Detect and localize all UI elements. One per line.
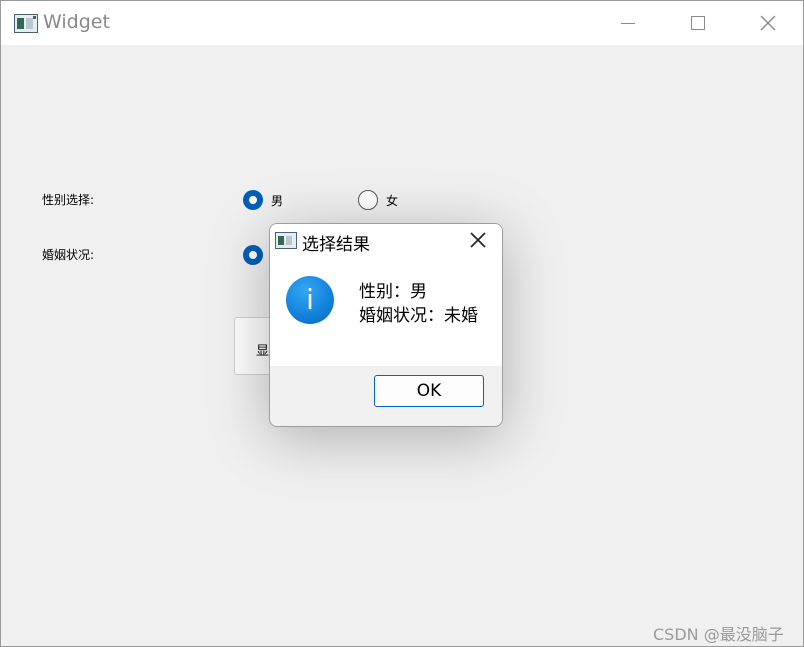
dialog-message-gender: 性别：男 <box>359 282 427 302</box>
dialog-body: 选择结果 i 性别：男 婚姻状况：未婚 <box>270 224 502 366</box>
gender-female-label[interactable]: 女 <box>386 192 398 209</box>
maximize-icon <box>691 16 705 30</box>
gender-label: 性别选择: <box>42 193 95 207</box>
dialog-message-marital: 婚姻状况：未婚 <box>359 306 478 326</box>
dialog-title: 选择结果 <box>302 235 370 255</box>
ok-button[interactable]: OK <box>374 375 484 407</box>
ok-button-label: OK <box>416 381 442 401</box>
result-dialog: 选择结果 i 性别：男 婚姻状况：未婚 OK <box>269 223 503 427</box>
marital-label: 婚姻状况: <box>42 248 95 262</box>
watermark: CSDN @最没脑子 <box>653 625 784 644</box>
maximize-button[interactable] <box>663 1 733 45</box>
show-result-button-label: 显 <box>256 344 270 359</box>
minimize-button[interactable] <box>593 1 663 45</box>
dialog-close-button[interactable] <box>462 226 496 256</box>
info-icon: i <box>286 276 334 324</box>
window-title: Widget <box>43 11 110 33</box>
title-bar[interactable]: Widget <box>1 1 803 45</box>
minimize-icon <box>621 23 635 24</box>
close-icon <box>760 15 776 31</box>
gender-male-label[interactable]: 男 <box>271 192 283 209</box>
close-icon <box>470 232 486 248</box>
marital-single-radio[interactable] <box>243 245 263 265</box>
gender-female-radio[interactable] <box>358 190 378 210</box>
gender-male-radio[interactable] <box>243 190 263 210</box>
dialog-app-icon <box>275 232 297 249</box>
close-button[interactable] <box>733 1 803 45</box>
app-icon <box>14 14 38 33</box>
